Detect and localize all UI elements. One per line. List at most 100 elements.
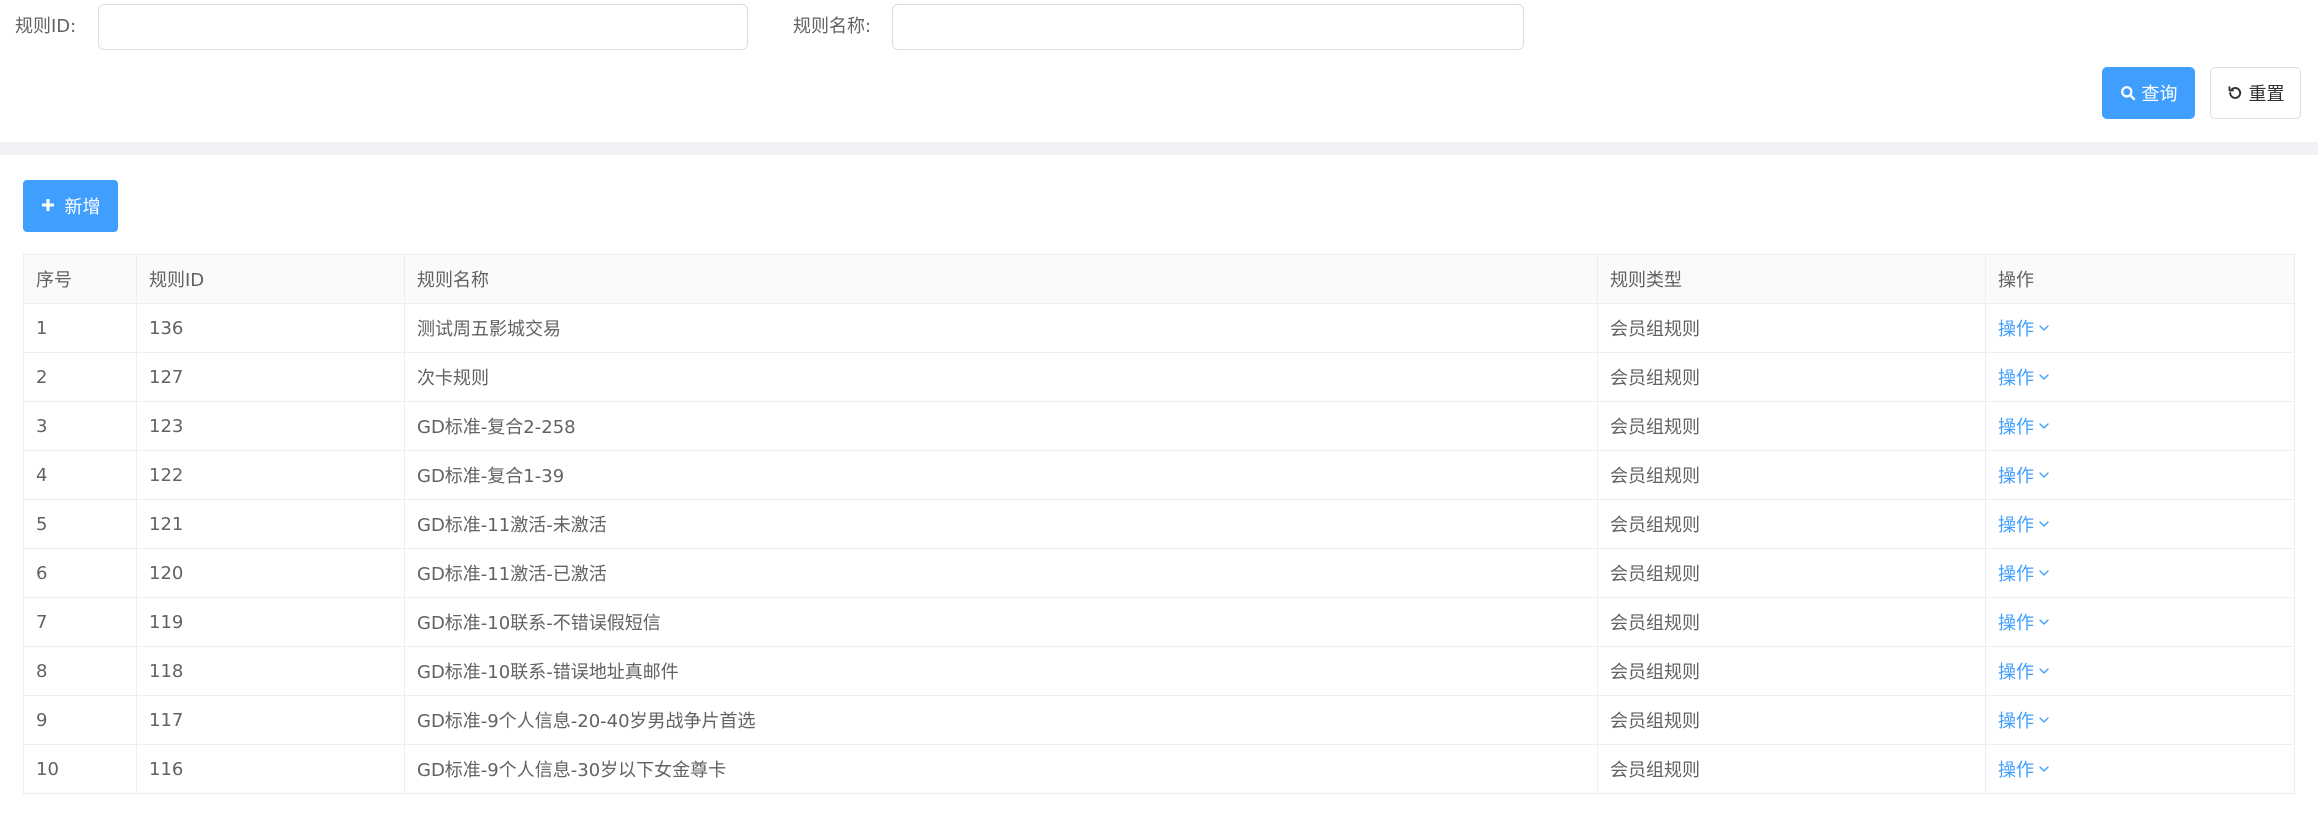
- table-row: 5 121 GD标准-11激活-未激活 会员组规则 操作: [23, 499, 2295, 549]
- rules-table-container: 序号 规则ID 规则名称 规则类型 操作 1 136 测试周五影城交易 会员组规则 操作…: [23, 254, 2295, 794]
- add-button[interactable]: 新增: [23, 180, 118, 232]
- cell-rule-id: 117: [136, 695, 405, 745]
- header-operation: 操作: [1985, 254, 2295, 304]
- operation-dropdown[interactable]: 操作: [1998, 413, 2050, 439]
- table-row: 10 116 GD标准-9个人信息-30岁以下女金尊卡 会员组规则 操作: [23, 744, 2295, 794]
- cell-rule-name: GD标准-复合2-258: [404, 401, 1598, 451]
- operation-dropdown-label: 操作: [1998, 368, 2034, 389]
- cell-operation: 操作: [1985, 646, 2295, 696]
- operation-dropdown[interactable]: 操作: [1998, 364, 2050, 390]
- cell-rule-type: 会员组规则: [1597, 597, 1986, 647]
- cell-rule-type: 会员组规则: [1597, 352, 1986, 402]
- table-row: 8 118 GD标准-10联系-错误地址真邮件 会员组规则 操作: [23, 646, 2295, 696]
- cell-index: 3: [23, 401, 137, 451]
- cell-rule-id: 123: [136, 401, 405, 451]
- operation-dropdown[interactable]: 操作: [1998, 560, 2050, 586]
- cell-operation: 操作: [1985, 401, 2295, 451]
- cell-rule-id: 119: [136, 597, 405, 647]
- operation-dropdown-label: 操作: [1998, 760, 2034, 781]
- cell-rule-name: GD标准-复合1-39: [404, 450, 1598, 500]
- operation-dropdown-label: 操作: [1998, 515, 2034, 536]
- table-row: 9 117 GD标准-9个人信息-20-40岁男战争片首选 会员组规则 操作: [23, 695, 2295, 745]
- reset-button-label: 重置: [2248, 84, 2285, 105]
- operation-dropdown-label: 操作: [1998, 613, 2034, 634]
- header-rule-name: 规则名称: [404, 254, 1598, 304]
- operation-dropdown-label: 操作: [1998, 711, 2034, 732]
- search-button-label: 查询: [2141, 84, 2178, 105]
- cell-rule-id: 116: [136, 744, 405, 794]
- cell-rule-id: 122: [136, 450, 405, 500]
- cell-rule-type: 会员组规则: [1597, 646, 1986, 696]
- search-button[interactable]: 查询: [2102, 67, 2195, 119]
- operation-dropdown[interactable]: 操作: [1998, 315, 2050, 341]
- chevron-down-icon: [2038, 367, 2050, 388]
- chevron-down-icon: [2038, 416, 2050, 437]
- cell-rule-id: 118: [136, 646, 405, 696]
- cell-rule-name: GD标准-11激活-未激活: [404, 499, 1598, 549]
- rule-name-input[interactable]: [892, 4, 1524, 50]
- cell-index: 4: [23, 450, 137, 500]
- chevron-down-icon: [2038, 318, 2050, 339]
- cell-rule-type: 会员组规则: [1597, 548, 1986, 598]
- cell-rule-type: 会员组规则: [1597, 744, 1986, 794]
- operation-dropdown[interactable]: 操作: [1998, 707, 2050, 733]
- operation-dropdown[interactable]: 操作: [1998, 756, 2050, 782]
- cell-rule-id: 136: [136, 303, 405, 353]
- refresh-icon: [2227, 85, 2243, 101]
- cell-operation: 操作: [1985, 352, 2295, 402]
- operation-dropdown-label: 操作: [1998, 417, 2034, 438]
- cell-operation: 操作: [1985, 499, 2295, 549]
- cell-rule-name: 测试周五影城交易: [404, 303, 1598, 353]
- operation-dropdown[interactable]: 操作: [1998, 658, 2050, 684]
- cell-index: 8: [23, 646, 137, 696]
- filter-bar: 规则ID: 规则名称: 查询 重置: [0, 0, 2318, 142]
- cell-index: 9: [23, 695, 137, 745]
- operation-dropdown[interactable]: 操作: [1998, 511, 2050, 537]
- cell-rule-name: GD标准-10联系-错误地址真邮件: [404, 646, 1598, 696]
- header-rule-type: 规则类型: [1597, 254, 1986, 304]
- cell-rule-name: GD标准-10联系-不错误假短信: [404, 597, 1598, 647]
- cell-index: 5: [23, 499, 137, 549]
- cell-rule-name: 次卡规则: [404, 352, 1598, 402]
- cell-rule-type: 会员组规则: [1597, 695, 1986, 745]
- rules-table: 序号 规则ID 规则名称 规则类型 操作 1 136 测试周五影城交易 会员组规则 操作…: [23, 254, 2295, 794]
- reset-button[interactable]: 重置: [2210, 67, 2301, 119]
- cell-operation: 操作: [1985, 695, 2295, 745]
- rule-name-label: 规则名称:: [793, 16, 872, 37]
- operation-dropdown[interactable]: 操作: [1998, 609, 2050, 635]
- header-index: 序号: [23, 254, 137, 304]
- rule-id-input[interactable]: [98, 4, 748, 50]
- cell-operation: 操作: [1985, 744, 2295, 794]
- search-icon: [2120, 85, 2136, 101]
- operation-dropdown-label: 操作: [1998, 466, 2034, 487]
- cell-rule-id: 120: [136, 548, 405, 598]
- table-header-row: 序号 规则ID 规则名称 规则类型 操作: [23, 254, 2295, 304]
- chevron-down-icon: [2038, 612, 2050, 633]
- plus-icon: [41, 196, 55, 217]
- chevron-down-icon: [2038, 563, 2050, 584]
- operation-dropdown[interactable]: 操作: [1998, 462, 2050, 488]
- chevron-down-icon: [2038, 759, 2050, 780]
- operation-dropdown-label: 操作: [1998, 319, 2034, 340]
- table-row: 7 119 GD标准-10联系-不错误假短信 会员组规则 操作: [23, 597, 2295, 647]
- chevron-down-icon: [2038, 661, 2050, 682]
- cell-rule-id: 127: [136, 352, 405, 402]
- cell-index: 2: [23, 352, 137, 402]
- cell-operation: 操作: [1985, 450, 2295, 500]
- operation-dropdown-label: 操作: [1998, 564, 2034, 585]
- chevron-down-icon: [2038, 514, 2050, 535]
- cell-rule-type: 会员组规则: [1597, 401, 1986, 451]
- table-row: 1 136 测试周五影城交易 会员组规则 操作: [23, 303, 2295, 353]
- cell-rule-type: 会员组规则: [1597, 499, 1986, 549]
- chevron-down-icon: [2038, 465, 2050, 486]
- cell-index: 1: [23, 303, 137, 353]
- cell-index: 7: [23, 597, 137, 647]
- header-rule-id: 规则ID: [136, 254, 405, 304]
- cell-index: 10: [23, 744, 137, 794]
- table-row: 6 120 GD标准-11激活-已激活 会员组规则 操作: [23, 548, 2295, 598]
- rule-id-label: 规则ID:: [15, 16, 77, 37]
- cell-rule-name: GD标准-9个人信息-30岁以下女金尊卡: [404, 744, 1598, 794]
- add-button-label: 新增: [64, 197, 101, 218]
- cell-operation: 操作: [1985, 548, 2295, 598]
- cell-operation: 操作: [1985, 303, 2295, 353]
